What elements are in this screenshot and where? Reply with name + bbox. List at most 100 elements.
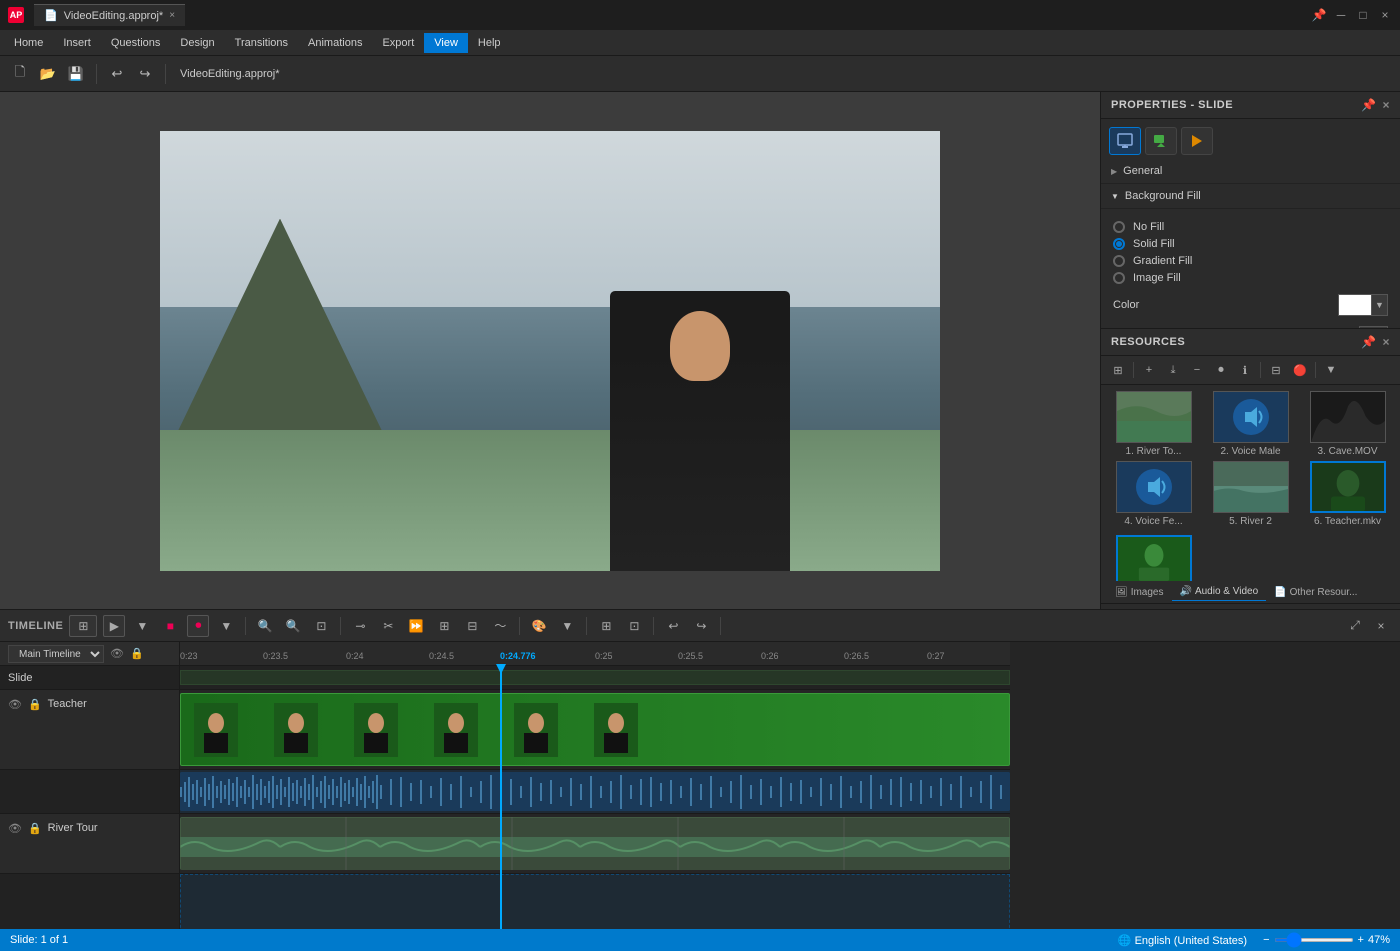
redo-btn[interactable]: ↪ xyxy=(133,62,157,86)
resource-label-4: 4. Voice Fe... xyxy=(1124,516,1182,527)
resources-pin[interactable]: 📌 xyxy=(1361,335,1376,349)
menu-questions[interactable]: Questions xyxy=(101,33,171,53)
tl-expand-btn[interactable]: ⤢ xyxy=(1344,615,1366,637)
resource-item[interactable]: 4. Voice Fe... xyxy=(1107,461,1200,527)
track-main-lock[interactable]: 🔒 xyxy=(130,647,144,660)
tl-caption[interactable]: ⊡ xyxy=(623,615,645,637)
gradient-fill-radio[interactable] xyxy=(1113,255,1125,267)
resources-info[interactable]: ℹ xyxy=(1234,360,1256,380)
tl-redo[interactable]: ↪ xyxy=(690,615,712,637)
tl-speed[interactable]: ⏩ xyxy=(405,615,427,637)
res-tab-images[interactable]: 🖼 Images xyxy=(1107,583,1172,601)
prop-tab-interactivity[interactable] xyxy=(1181,127,1213,155)
tl-rec-dropdown[interactable]: ▼ xyxy=(215,615,237,637)
new-btn[interactable]: 🗋 xyxy=(8,62,32,86)
close-button[interactable]: × xyxy=(1378,8,1392,22)
bg-fill-section-header[interactable]: ▼ Background Fill xyxy=(1101,184,1400,209)
timeline-selector[interactable]: Main Timeline xyxy=(8,645,104,663)
zoom-slider[interactable] xyxy=(1274,938,1354,942)
file-tab[interactable]: 📄 VideoEditing.approj* × xyxy=(34,4,185,26)
minimize-button[interactable]: ─ xyxy=(1334,8,1348,22)
properties-header-controls: 📌 × xyxy=(1361,98,1390,112)
tl-insert-silence[interactable]: ⊟ xyxy=(461,615,483,637)
tl-chroma[interactable]: 🎨 xyxy=(528,615,550,637)
save-btn[interactable]: 💾 xyxy=(64,62,88,86)
resources-filter1[interactable]: ⊟ xyxy=(1265,360,1287,380)
tl-stop-btn[interactable]: ■ xyxy=(159,615,181,637)
resources-add[interactable]: + xyxy=(1138,360,1160,380)
tl-undo[interactable]: ↩ xyxy=(662,615,684,637)
resources-grid-view[interactable]: ⊞ xyxy=(1107,360,1129,380)
resource-item-selected[interactable]: 7. Teacher_1 xyxy=(1107,535,1200,581)
tl-zoom-in[interactable]: 🔍 xyxy=(282,615,304,637)
tl-zoom-fit[interactable]: ⊡ xyxy=(310,615,332,637)
tl-zoom-out[interactable]: 🔍 xyxy=(254,615,276,637)
prop-tab-animation[interactable] xyxy=(1145,127,1177,155)
image-fill-radio[interactable] xyxy=(1113,272,1125,284)
track-main-eye[interactable]: 👁 xyxy=(110,647,124,660)
pin-button[interactable]: 📌 xyxy=(1312,8,1326,22)
menu-transitions[interactable]: Transitions xyxy=(225,33,298,53)
image-fill-option[interactable]: Image Fill xyxy=(1113,272,1388,284)
menu-export[interactable]: Export xyxy=(372,33,424,53)
tl-close-btn[interactable]: × xyxy=(1370,615,1392,637)
no-fill-radio[interactable] xyxy=(1113,221,1125,233)
menu-help[interactable]: Help xyxy=(468,33,511,53)
tl-split[interactable]: ⊸ xyxy=(349,615,371,637)
tl-chroma-dropdown[interactable]: ▼ xyxy=(556,615,578,637)
general-section-header[interactable]: ▶ General xyxy=(1101,159,1400,184)
playhead[interactable] xyxy=(500,666,502,929)
open-btn[interactable]: 📂 xyxy=(36,62,60,86)
tl-play-dropdown[interactable]: ▼ xyxy=(131,615,153,637)
resources-record[interactable]: ⏺ xyxy=(1210,360,1232,380)
menu-design[interactable]: Design xyxy=(170,33,224,53)
tl-trim[interactable]: ✂ xyxy=(377,615,399,637)
track-label-teacher: 👁 🔒 Teacher xyxy=(0,690,179,770)
tl-crop[interactable]: ⊞ xyxy=(433,615,455,637)
tl-record-btn[interactable]: ⏺ xyxy=(187,615,209,637)
resources-close[interactable]: × xyxy=(1382,335,1390,349)
properties-close[interactable]: × xyxy=(1382,98,1390,112)
tl-noise[interactable]: 〜 xyxy=(489,615,511,637)
prop-tab-slide[interactable] xyxy=(1109,127,1141,155)
resources-import[interactable]: ⤓ xyxy=(1162,360,1184,380)
resource-label-3: 3. Cave.MOV xyxy=(1317,446,1377,457)
properties-pin[interactable]: 📌 xyxy=(1361,98,1376,112)
menu-animations[interactable]: Animations xyxy=(298,33,372,53)
menu-home[interactable]: Home xyxy=(4,33,53,53)
res-sep1 xyxy=(1133,362,1134,378)
menu-insert[interactable]: Insert xyxy=(53,33,101,53)
no-fill-option[interactable]: No Fill xyxy=(1113,221,1388,233)
solid-fill-radio[interactable] xyxy=(1113,238,1125,250)
solid-fill-option[interactable]: Solid Fill xyxy=(1113,238,1388,250)
resource-item[interactable]: 2. Voice Male xyxy=(1204,391,1297,457)
resources-filter2[interactable]: 🔴 xyxy=(1289,360,1311,380)
resource-item[interactable]: 1. River To... xyxy=(1107,391,1200,457)
canvas-area[interactable] xyxy=(0,92,1100,609)
res-tab-other[interactable]: 📄 Other Resour... xyxy=(1266,583,1365,601)
resource-item[interactable]: 3. Cave.MOV xyxy=(1301,391,1394,457)
gradient-fill-option[interactable]: Gradient Fill xyxy=(1113,255,1388,267)
color-picker[interactable]: ▼ xyxy=(1338,294,1388,316)
res-tab-audio-video[interactable]: 🔊 Audio & Video xyxy=(1172,583,1267,601)
track-teacher-lock[interactable]: 🔒 xyxy=(28,698,42,711)
resource-item[interactable]: 5. River 2 xyxy=(1204,461,1297,527)
resource-item[interactable]: 6. Teacher.mkv xyxy=(1301,461,1394,527)
title-tabs: 📄 VideoEditing.approj* × xyxy=(34,4,185,26)
tl-cursor[interactable]: ⊞ xyxy=(595,615,617,637)
track-river-eye[interactable]: 👁 xyxy=(8,822,22,835)
file-tab-close[interactable]: × xyxy=(169,10,175,21)
tl-play-btn[interactable]: ▶ xyxy=(103,615,125,637)
resources-more[interactable]: ▼ xyxy=(1320,360,1342,380)
menu-view[interactable]: View xyxy=(424,33,468,53)
track-river-lock[interactable]: 🔒 xyxy=(28,822,42,835)
maximize-button[interactable]: □ xyxy=(1356,8,1370,22)
resources-delete[interactable]: − xyxy=(1186,360,1208,380)
undo-btn[interactable]: ↩ xyxy=(105,62,129,86)
color-dropdown-arrow[interactable]: ▼ xyxy=(1371,295,1387,315)
track-teacher-eye[interactable]: 👁 xyxy=(8,698,22,711)
tl-snap-btn[interactable]: ⊞ xyxy=(69,615,97,637)
zoom-in-icon[interactable]: + xyxy=(1358,934,1364,946)
zoom-out-icon[interactable]: − xyxy=(1263,934,1269,946)
timeline-title: TIMELINE xyxy=(8,620,63,632)
